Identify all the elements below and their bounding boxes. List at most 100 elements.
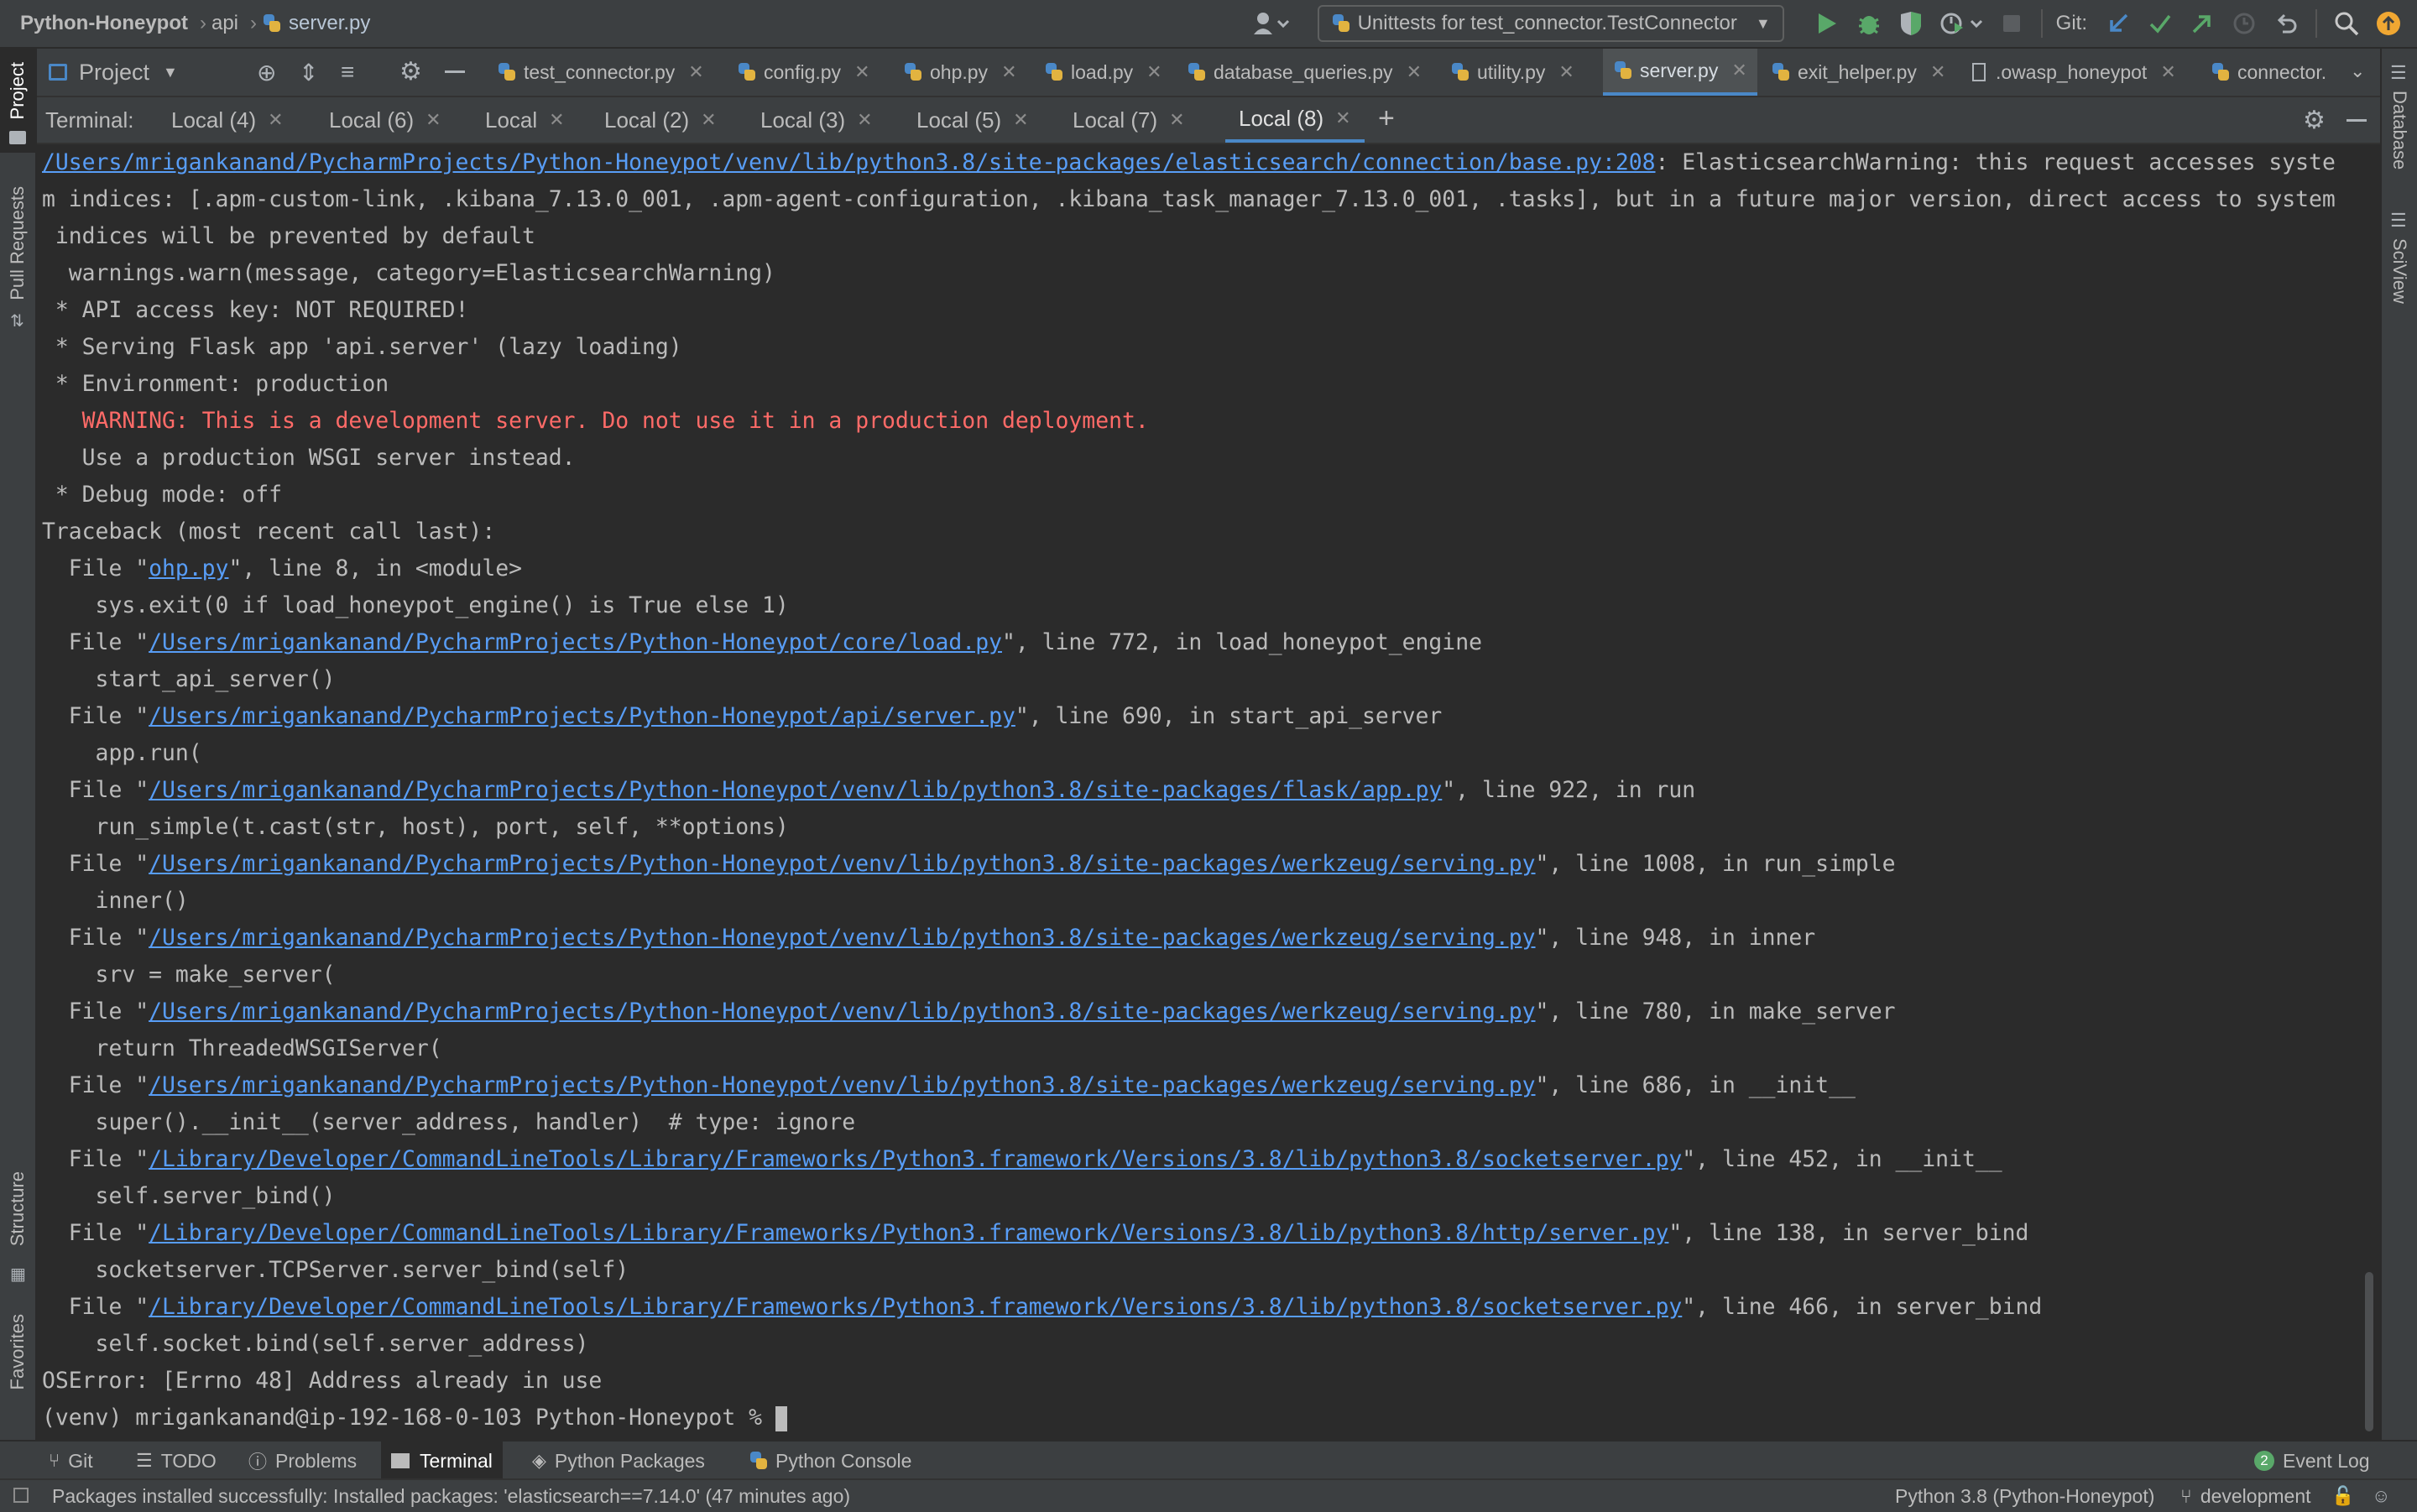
project-view-selector[interactable]: Project ▼: [49, 49, 178, 96]
editor-tab-exit-helper[interactable]: exit_helper.py ✕: [1771, 49, 1945, 96]
file-link[interactable]: /Users/mrigankanand/PycharmProjects/Pyth…: [149, 925, 1535, 951]
file-link[interactable]: /Users/mrigankanand/PycharmProjects/Pyth…: [149, 998, 1535, 1025]
file-link[interactable]: /Users/mrigankanand/PycharmProjects/Pyth…: [42, 149, 1656, 175]
coverage-icon[interactable]: [1894, 7, 1928, 40]
file-link[interactable]: /Users/mrigankanand/PycharmProjects/Pyth…: [149, 629, 1002, 655]
run-icon[interactable]: [1810, 7, 1844, 40]
expand-all-icon[interactable]: ⇕: [299, 59, 318, 86]
close-icon[interactable]: ✕: [857, 109, 872, 131]
close-icon[interactable]: ✕: [701, 109, 716, 131]
breadcrumb-project[interactable]: Python-Honeypot: [20, 12, 188, 35]
editor-tab-ohp[interactable]: ohp.py ✕: [903, 49, 1017, 96]
tool-python-console[interactable]: Python Console: [749, 1442, 911, 1480]
git-history-icon[interactable]: [2227, 7, 2261, 40]
collapse-all-icon[interactable]: ≡: [341, 59, 354, 86]
terminal-tab-local-6[interactable]: Local (6) ✕: [329, 97, 441, 143]
tool-project[interactable]: Project: [7, 62, 29, 120]
editor-tab-load[interactable]: load.py ✕: [1044, 49, 1162, 96]
file-link[interactable]: /Users/mrigankanand/PycharmProjects/Pyth…: [149, 703, 1015, 729]
profile-icon[interactable]: [1936, 7, 1986, 40]
editor-tab-database-queries[interactable]: database_queries.py ✕: [1187, 49, 1422, 96]
tool-terminal[interactable]: Terminal: [381, 1442, 503, 1480]
hide-icon[interactable]: [445, 70, 465, 73]
close-icon[interactable]: ✕: [1013, 109, 1028, 131]
stop-icon[interactable]: [1995, 7, 2028, 40]
git-update-icon[interactable]: [2101, 7, 2135, 40]
file-link[interactable]: /Library/Developer/CommandLineTools/Libr…: [149, 1220, 1668, 1246]
debug-icon[interactable]: [1852, 7, 1886, 40]
git-branch[interactable]: ⑂ development: [2180, 1480, 2311, 1512]
close-icon[interactable]: ✕: [268, 109, 283, 131]
git-rollback-icon[interactable]: [2269, 7, 2303, 40]
terminal-output[interactable]: /Users/mrigankanand/PycharmProjects/Pyth…: [37, 144, 2362, 1438]
editor-tab-utility[interactable]: utility.py ✕: [1450, 49, 1574, 96]
close-icon[interactable]: ✕: [2160, 61, 2175, 83]
close-icon[interactable]: ✕: [854, 61, 869, 83]
git-push-icon[interactable]: [2185, 7, 2219, 40]
file-link[interactable]: /Users/mrigankanand/PycharmProjects/Pyth…: [149, 851, 1535, 877]
close-icon[interactable]: ✕: [1930, 61, 1945, 83]
close-icon[interactable]: ✕: [1335, 107, 1350, 129]
close-icon[interactable]: ✕: [1001, 61, 1016, 83]
breadcrumb-folder[interactable]: api: [211, 12, 238, 35]
file-link[interactable]: /Library/Developer/CommandLineTools/Libr…: [149, 1146, 1682, 1172]
text-file-icon: [1972, 63, 1986, 81]
close-icon[interactable]: ✕: [425, 109, 441, 131]
tool-favorites[interactable]: Favorites: [7, 1314, 29, 1389]
close-icon[interactable]: ✕: [1558, 61, 1574, 83]
close-icon[interactable]: ✕: [1169, 109, 1184, 131]
close-icon[interactable]: ✕: [549, 109, 564, 131]
git-commit-icon[interactable]: [2143, 7, 2177, 40]
terminal-tab-local[interactable]: Local ✕: [485, 97, 565, 143]
breadcrumb-file[interactable]: server.py: [262, 12, 370, 35]
hide-icon[interactable]: [2347, 119, 2367, 122]
shell-prompt[interactable]: (venv) mrigankanand@ip-192-168-0-103 Pyt…: [42, 1400, 787, 1436]
tool-event-log[interactable]: 2 Event Log: [2254, 1442, 2370, 1480]
terminal-tab-local-3[interactable]: Local (3) ✕: [760, 97, 873, 143]
file-link[interactable]: /Users/mrigankanand/PycharmProjects/Pyth…: [149, 777, 1442, 803]
terminal-scrollbar[interactable]: [2365, 1272, 2373, 1431]
terminal-tab-local-2[interactable]: Local (2) ✕: [604, 97, 717, 143]
update-notification-icon[interactable]: [2372, 7, 2405, 40]
terminal-text: ", line 138, in server_bind: [1668, 1220, 2029, 1246]
inspection-icon[interactable]: ☺: [2372, 1485, 2390, 1507]
tool-problems[interactable]: ⓘ Problems: [248, 1442, 357, 1480]
locate-icon[interactable]: ⊕: [257, 59, 276, 86]
gear-icon[interactable]: ⚙: [399, 57, 422, 86]
tool-git[interactable]: ⑂ Git: [49, 1442, 93, 1480]
close-icon[interactable]: ✕: [688, 61, 703, 83]
close-icon[interactable]: ✕: [1146, 61, 1162, 83]
close-icon[interactable]: ✕: [1731, 60, 1746, 81]
tool-todo[interactable]: ☰ TODO: [136, 1442, 217, 1480]
terminal-tab-local-7[interactable]: Local (7) ✕: [1073, 97, 1185, 143]
editor-tab-owasp-honeypot[interactable]: .owasp_honeypot ✕: [1972, 49, 2176, 96]
user-account-icon[interactable]: [1248, 7, 1295, 40]
tool-python-packages[interactable]: ◈ Python Packages: [532, 1442, 705, 1480]
editor-tab-config[interactable]: config.py ✕: [737, 49, 870, 96]
file-link[interactable]: /Users/mrigankanand/PycharmProjects/Pyth…: [149, 1072, 1535, 1098]
chevron-down-icon[interactable]: ⌄: [2350, 60, 2365, 82]
terminal-tab-local-5[interactable]: Local (5) ✕: [916, 97, 1029, 143]
gear-icon[interactable]: ⚙: [2303, 106, 2326, 135]
lock-icon[interactable]: 🔓: [2331, 1485, 2354, 1507]
tool-structure[interactable]: Structure: [7, 1171, 29, 1246]
run-configuration-select[interactable]: Unittests for test_connector.TestConnect…: [1317, 5, 1784, 42]
editor-tab-test-connector[interactable]: test_connector.py ✕: [497, 49, 704, 96]
status-message[interactable]: Packages installed successfully: Install…: [52, 1480, 850, 1512]
terminal-tab-local-8[interactable]: Local (8) ✕: [1225, 97, 1365, 143]
tool-database[interactable]: Database: [2388, 91, 2410, 169]
add-terminal-icon[interactable]: +: [1378, 102, 1395, 135]
search-icon[interactable]: [2330, 7, 2363, 40]
python-interpreter[interactable]: Python 3.8 (Python-Honeypot): [1895, 1480, 2154, 1512]
tool-pull-requests[interactable]: Pull Requests: [7, 186, 29, 300]
tool-sciview[interactable]: SciView: [2388, 238, 2410, 304]
editor-tab-server[interactable]: server.py ✕: [1603, 49, 1757, 96]
close-icon[interactable]: ✕: [1407, 61, 1422, 83]
file-link[interactable]: /Library/Developer/CommandLineTools/Libr…: [149, 1294, 1682, 1320]
editor-tab-connector[interactable]: connector.: [2211, 49, 2326, 96]
file-link[interactable]: ohp.py: [149, 555, 228, 581]
toggle-tool-windows-icon[interactable]: [13, 1488, 29, 1503]
traceback-frame: File "/Users/mrigankanand/PycharmProject…: [42, 846, 1896, 883]
editor-tab-label: test_connector.py: [524, 60, 676, 83]
terminal-tab-local-4[interactable]: Local (4) ✕: [171, 97, 284, 143]
